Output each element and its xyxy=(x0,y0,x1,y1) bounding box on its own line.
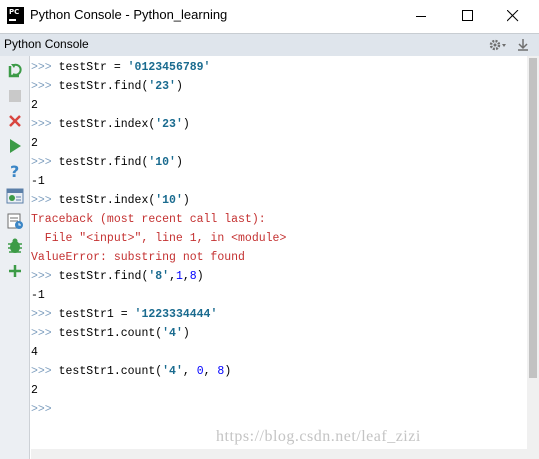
close-window-button[interactable] xyxy=(490,0,536,31)
svg-text:?: ? xyxy=(10,162,19,180)
code-token: testStr = xyxy=(58,61,128,74)
rerun-icon[interactable] xyxy=(6,62,24,80)
console-output-line: 2 xyxy=(31,137,38,150)
window-title: Python Console - Python_learning xyxy=(30,7,228,22)
gear-icon[interactable] xyxy=(488,37,508,53)
code-token: testStr.find( xyxy=(58,270,149,283)
console-output-line: 2 xyxy=(31,99,38,112)
console-input-line: >>> testStr1.count('4', 0, 8) xyxy=(31,363,231,381)
window-title-bar: PC Python Console - Python_learning xyxy=(0,0,539,33)
console-input-line: >>> testStr1.count('4') xyxy=(31,325,190,343)
console-prompt: >>> xyxy=(31,80,52,93)
console-input-line: >>> xyxy=(31,401,52,419)
code-token: '10' xyxy=(148,156,176,169)
console-prompt: >>> xyxy=(31,61,52,74)
code-token: '0123456789' xyxy=(127,61,211,74)
execute-icon[interactable] xyxy=(6,137,24,155)
console-output-line: -1 xyxy=(31,175,45,188)
console-prompt: >>> xyxy=(31,194,52,207)
console-toolbar: ? xyxy=(0,56,30,459)
code-token: 0 xyxy=(196,365,204,378)
console-prompt: >>> xyxy=(31,403,52,416)
code-token: testStr.index( xyxy=(58,194,156,207)
minimize-button[interactable] xyxy=(398,0,444,31)
code-token: testStr.find( xyxy=(58,80,149,93)
code-token: , xyxy=(182,365,197,378)
vertical-scrollbar-thumb[interactable] xyxy=(529,58,537,378)
console-prompt: >>> xyxy=(31,365,52,378)
code-token: , xyxy=(169,270,176,283)
code-token: testStr1 = xyxy=(58,308,135,321)
help-icon[interactable]: ? xyxy=(6,162,24,181)
history-icon[interactable] xyxy=(6,212,24,230)
code-token: , xyxy=(203,365,218,378)
close-icon[interactable] xyxy=(6,112,24,130)
console-input-line: >>> testStr.find('8',1,8) xyxy=(31,268,204,286)
tool-window-header: Python Console xyxy=(0,33,539,56)
code-token: '4' xyxy=(162,327,183,340)
tool-window-title: Python Console xyxy=(4,37,89,51)
console-prompt: >>> xyxy=(31,308,52,321)
code-token: 8 xyxy=(189,270,197,283)
code-token: ) xyxy=(175,80,183,93)
watermark: https://blog.csdn.net/leaf_zizi xyxy=(216,428,421,445)
code-token: testStr1.count( xyxy=(58,365,163,378)
console-input-line: >>> testStr.find('23') xyxy=(31,78,183,96)
code-token: ) xyxy=(182,118,190,131)
console-prompt: >>> xyxy=(31,327,52,340)
code-token: testStr.find( xyxy=(58,156,149,169)
stop-icon[interactable] xyxy=(6,87,24,105)
pin-icon[interactable] xyxy=(516,37,530,53)
horizontal-scrollbar[interactable] xyxy=(31,449,539,459)
console-output-line: -1 xyxy=(31,289,45,302)
add-icon[interactable] xyxy=(6,262,24,280)
code-token: testStr.index( xyxy=(58,118,156,131)
variables-icon[interactable] xyxy=(6,187,24,205)
console-input-line: >>> testStr.find('10') xyxy=(31,154,183,172)
console-output-line: 4 xyxy=(31,346,38,359)
code-token: ) xyxy=(182,194,190,207)
code-token: ) xyxy=(182,327,190,340)
console-prompt: >>> xyxy=(31,156,52,169)
code-token: '23' xyxy=(148,80,176,93)
console-prompt: >>> xyxy=(31,270,52,283)
console-input-line: >>> testStr1 = '1223334444' xyxy=(31,306,217,324)
close-window-icon xyxy=(507,10,519,22)
console-error-line: Traceback (most recent call last): xyxy=(31,213,266,226)
app-icon-text: PC xyxy=(9,8,20,16)
code-token: , xyxy=(182,270,190,283)
debug-icon[interactable] xyxy=(6,237,24,255)
code-token: '10' xyxy=(155,194,183,207)
code-token: testStr1.count( xyxy=(58,327,163,340)
console-output[interactable]: >>> testStr = '0123456789' >>> testStr.fi… xyxy=(31,56,527,449)
console-input-line: >>> testStr.index('10') xyxy=(31,192,190,210)
console-error-line: File "<input>", line 1, in <module> xyxy=(31,232,287,245)
code-token: '1223334444' xyxy=(134,308,218,321)
console-error-line: ValueError: substring not found xyxy=(31,251,245,264)
code-token: ) xyxy=(224,365,232,378)
console-prompt: >>> xyxy=(31,118,52,131)
console-input-line: >>> testStr.index('23') xyxy=(31,116,190,134)
console-input-line: >>> testStr = '0123456789' xyxy=(31,59,210,77)
code-token: '8' xyxy=(148,270,170,283)
console-output-line: 2 xyxy=(31,384,38,397)
minimize-icon xyxy=(416,16,426,17)
code-token: ) xyxy=(175,156,183,169)
code-token: '23' xyxy=(155,118,183,131)
maximize-button[interactable] xyxy=(444,0,490,31)
maximize-icon xyxy=(462,10,473,21)
code-token: ) xyxy=(196,270,204,283)
pycharm-app-icon: PC xyxy=(7,7,24,24)
code-token: 1 xyxy=(175,270,183,283)
code-token: '4' xyxy=(162,365,183,378)
